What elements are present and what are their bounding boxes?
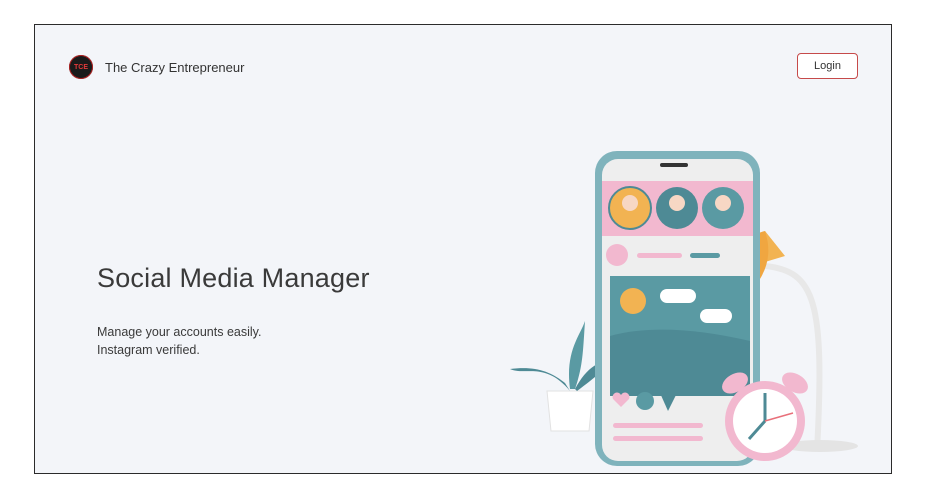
brand[interactable]: TCE The Crazy Entrepreneur <box>69 55 244 79</box>
hero-illustration <box>510 151 858 466</box>
hero-title: Social Media Manager <box>97 263 370 293</box>
logo-text: TCE <box>74 63 88 71</box>
brand-name: The Crazy Entrepreneur <box>105 59 245 75</box>
login-button[interactable]: Login <box>797 53 858 79</box>
hero-subtitle-line1: Manage your accounts easily. <box>97 325 262 339</box>
hero-subtitle-line2: Instagram verified. <box>97 343 200 357</box>
hero-subtitle: Manage your accounts easily. Instagram v… <box>97 323 261 359</box>
logo-icon: TCE <box>69 55 93 79</box>
page-frame: TCE The Crazy Entrepreneur Login Social … <box>34 24 892 474</box>
